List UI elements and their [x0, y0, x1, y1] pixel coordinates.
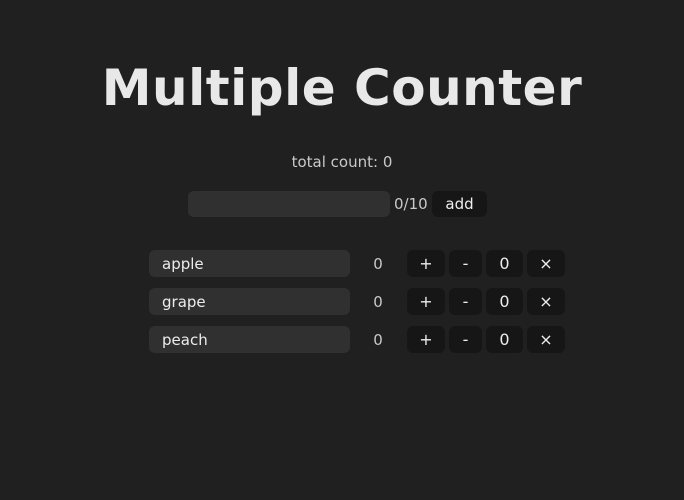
reset-button[interactable]: 0: [486, 326, 523, 353]
decrement-button[interactable]: -: [449, 288, 482, 315]
item-count: 0: [373, 292, 383, 311]
list-item: 0 + - 0 ×: [149, 250, 569, 277]
remove-button[interactable]: ×: [527, 288, 565, 315]
add-item-form: 0/10 add: [188, 191, 487, 217]
item-name-field[interactable]: [149, 250, 350, 277]
add-button[interactable]: add: [432, 191, 487, 217]
decrement-button[interactable]: -: [449, 326, 482, 353]
total-count: total count: 0: [291, 153, 393, 171]
increment-button[interactable]: +: [407, 250, 445, 277]
increment-button[interactable]: +: [407, 288, 445, 315]
reset-button[interactable]: 0: [486, 288, 523, 315]
remove-button[interactable]: ×: [527, 326, 565, 353]
decrement-button[interactable]: -: [449, 250, 482, 277]
counter-app: Multiple Counter total count: 0 0/10 add…: [0, 0, 684, 500]
new-item-input[interactable]: [188, 191, 390, 217]
list-item: 0 + - 0 ×: [149, 288, 569, 315]
item-name-field[interactable]: [149, 326, 350, 353]
list-item: 0 + - 0 ×: [149, 326, 569, 353]
item-name-field[interactable]: [149, 288, 350, 315]
increment-button[interactable]: +: [407, 326, 445, 353]
page-title: Multiple Counter: [101, 59, 583, 117]
item-count: 0: [373, 330, 383, 349]
reset-button[interactable]: 0: [486, 250, 523, 277]
counter-list: 0 + - 0 × 0 + - 0 × 0 + - 0 ×: [149, 250, 569, 364]
remove-button[interactable]: ×: [527, 250, 565, 277]
item-count: 0: [373, 254, 383, 273]
char-counter: 0/10: [394, 195, 428, 213]
